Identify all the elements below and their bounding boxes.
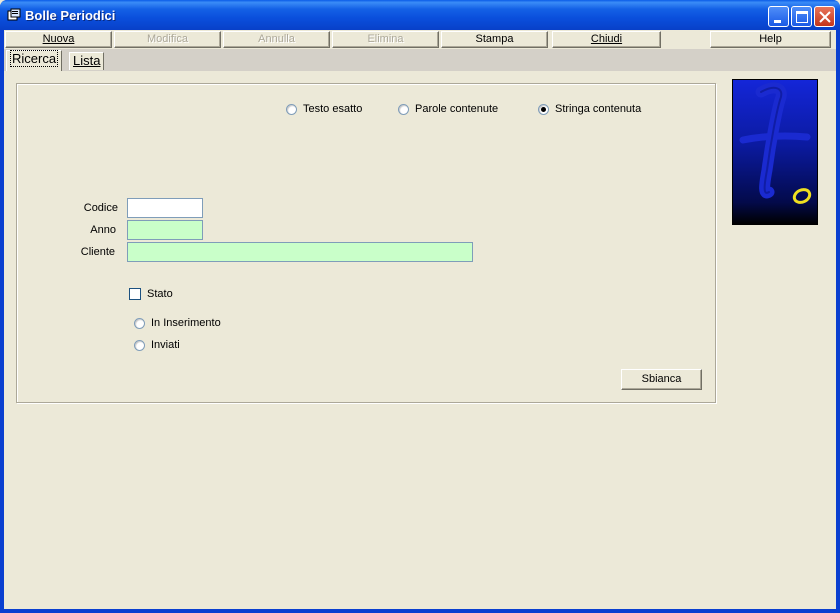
stampa-button[interactable]: Stampa [441,31,548,48]
command-bar: Nuova Modifica Annulla Elimina Stampa Ch… [4,30,836,49]
anno-input[interactable] [127,220,203,240]
window-client-area: Nuova Modifica Annulla Elimina Stampa Ch… [4,30,836,609]
maximize-icon [796,11,808,23]
maximize-button[interactable] [791,6,812,27]
tab-lista-label: Lista [73,53,101,68]
window-title: Bolle Periodici [25,8,116,23]
sbianca-label: Sbianca [641,373,682,385]
radio-inviati[interactable] [134,340,145,351]
application-window: Bolle Periodici Nuova Modifica Annulla E… [0,0,840,613]
minimize-button[interactable] [768,6,789,27]
label-anno: Anno [90,224,116,236]
logo-mark [739,82,812,204]
close-icon [819,11,831,23]
codice-input[interactable] [127,198,203,218]
label-stringa-contenuta: Stringa contenuta [555,103,642,115]
label-stato: Stato [147,288,173,300]
annulla-button[interactable]: Annulla [223,31,330,48]
help-button[interactable]: Help [710,31,831,48]
minimize-icon [774,20,781,23]
sbianca-button[interactable]: Sbianca [621,369,702,390]
label-testo-esatto: Testo esatto [303,103,363,115]
cliente-input[interactable] [127,242,473,262]
stampa-label: Stampa [475,33,514,45]
tab-ricerca-label: Ricerca [10,50,59,67]
radio-testo-esatto[interactable] [286,104,297,115]
radio-in-inserimento[interactable] [134,318,145,329]
label-inviati: Inviati [151,339,180,351]
search-groupbox: Testo esatto Parole contenute Stringa co… [16,83,716,403]
tab-strip: Ricerca Lista [4,49,836,71]
nuova-button[interactable]: Nuova [5,31,112,48]
modifica-button[interactable]: Modifica [114,31,221,48]
label-parole-contenute: Parole contenute [415,103,499,115]
label-cliente: Cliente [80,246,115,258]
close-button[interactable] [814,6,835,27]
elimina-button[interactable]: Elimina [332,31,439,48]
radio-stringa-contenuta[interactable] [538,104,549,115]
label-codice: Codice [83,202,118,214]
elimina-label: Elimina [367,33,404,45]
modifica-label: Modifica [147,33,188,45]
title-bar[interactable]: Bolle Periodici [0,0,840,30]
label-in-inserimento: In Inserimento [151,317,221,329]
stato-checkbox[interactable] [129,288,141,300]
chiudi-button[interactable]: Chiudi [552,31,661,48]
annulla-label: Annulla [258,33,295,45]
app-icon [7,8,21,21]
radio-parole-contenute[interactable] [398,104,409,115]
tab-ricerca[interactable]: Ricerca [6,50,63,71]
tab-lista[interactable]: Lista [69,52,105,70]
chiudi-label: Chiudi [590,33,623,45]
ricerca-panel: Testo esatto Parole contenute Stringa co… [4,71,836,609]
logo-image [732,79,818,225]
help-label: Help [759,33,782,45]
nuova-label: Nuova [42,33,75,45]
